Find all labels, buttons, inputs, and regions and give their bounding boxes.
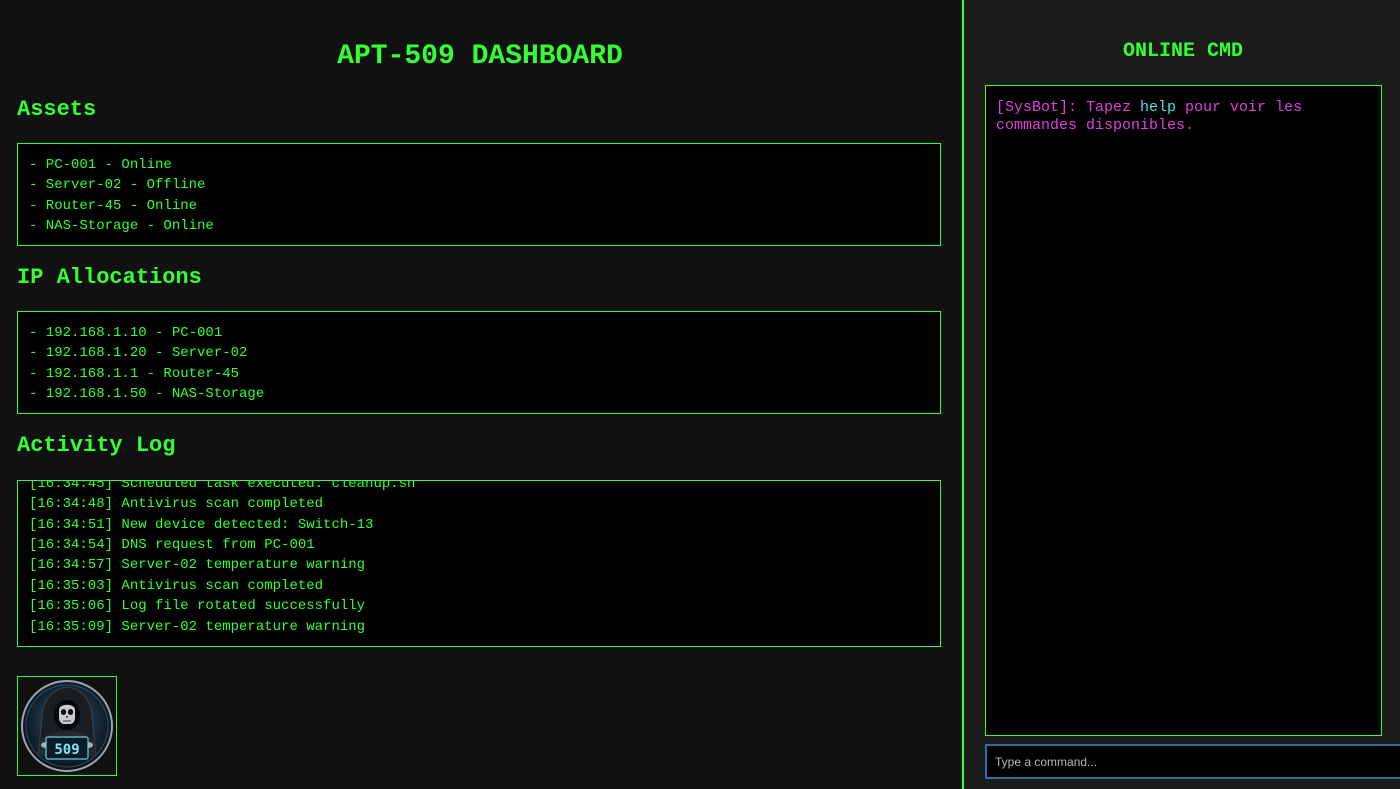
dashboard-panel: APT-509 DASHBOARD Assets - PC-001 - Onli… bbox=[0, 0, 962, 789]
log-entry: [16:34:51] New device detected: Switch-1… bbox=[29, 516, 374, 533]
assets-list-panel: - PC-001 - Online - Server-02 - Offline … bbox=[17, 143, 941, 246]
bot-message-prefix: [SysBot]: Tapez bbox=[996, 99, 1141, 116]
hacker-logo: 509 bbox=[17, 676, 117, 776]
bot-message-keyword: help bbox=[1140, 99, 1177, 116]
log-entry: [16:35:03] Antivirus scan completed bbox=[29, 577, 324, 594]
assets-heading: Assets bbox=[17, 97, 97, 122]
list-item: - PC-001 - Online bbox=[29, 157, 172, 173]
activity-log-list: [16:34:45] Scheduled task executed: clea… bbox=[18, 480, 940, 637]
activity-log-panel[interactable]: [16:34:45] Scheduled task executed: clea… bbox=[17, 480, 941, 647]
log-entry: [16:35:09] Server-02 temperature warning bbox=[29, 618, 366, 635]
page: APT-509 DASHBOARD Assets - PC-001 - Onli… bbox=[0, 0, 1400, 789]
ip-allocations-list: - 192.168.1.10 - PC-001 - 192.168.1.20 -… bbox=[18, 323, 940, 405]
command-input[interactable] bbox=[985, 744, 1400, 779]
logo-text: 509 bbox=[54, 742, 79, 758]
log-entry: [16:34:48] Antivirus scan completed bbox=[29, 496, 324, 513]
dashboard-title: APT-509 DASHBOARD bbox=[337, 41, 623, 72]
list-item: - Server-02 - Offline bbox=[29, 177, 206, 194]
list-item: - 192.168.1.1 - Router-45 bbox=[29, 365, 240, 382]
ip-allocations-list-panel: - 192.168.1.10 - PC-001 - 192.168.1.20 -… bbox=[17, 311, 941, 414]
list-item: - 192.168.1.50 - NAS-Storage bbox=[29, 386, 265, 403]
online-cmd-panel: ONLINE CMD [SysBot]: Tapez help pour voi… bbox=[962, 0, 1400, 789]
log-entry: [16:34:57] Server-02 temperature warning bbox=[29, 557, 366, 574]
list-item: - 192.168.1.20 - Server-02 bbox=[29, 345, 248, 362]
cmd-title: ONLINE CMD bbox=[1122, 40, 1244, 63]
ip-allocations-heading: IP Allocations bbox=[17, 265, 202, 290]
log-entry: [16:35:06] Log file rotated successfully bbox=[29, 598, 366, 615]
assets-list: - PC-001 - Online - Server-02 - Offline … bbox=[18, 155, 940, 237]
list-item: - NAS-Storage - Online bbox=[29, 218, 214, 235]
hooded-skull-icon: 509 bbox=[21, 680, 113, 772]
log-entry: [16:34:45] Scheduled task executed: clea… bbox=[29, 480, 416, 492]
list-item: - Router-45 - Online bbox=[29, 197, 198, 214]
list-item: - 192.168.1.10 - PC-001 bbox=[29, 325, 223, 341]
activity-log-heading: Activity Log bbox=[17, 433, 176, 458]
cmd-output[interactable]: [SysBot]: Tapez help pour voir les comma… bbox=[985, 85, 1382, 736]
log-entry: [16:34:54] DNS request from PC-001 bbox=[29, 536, 315, 553]
